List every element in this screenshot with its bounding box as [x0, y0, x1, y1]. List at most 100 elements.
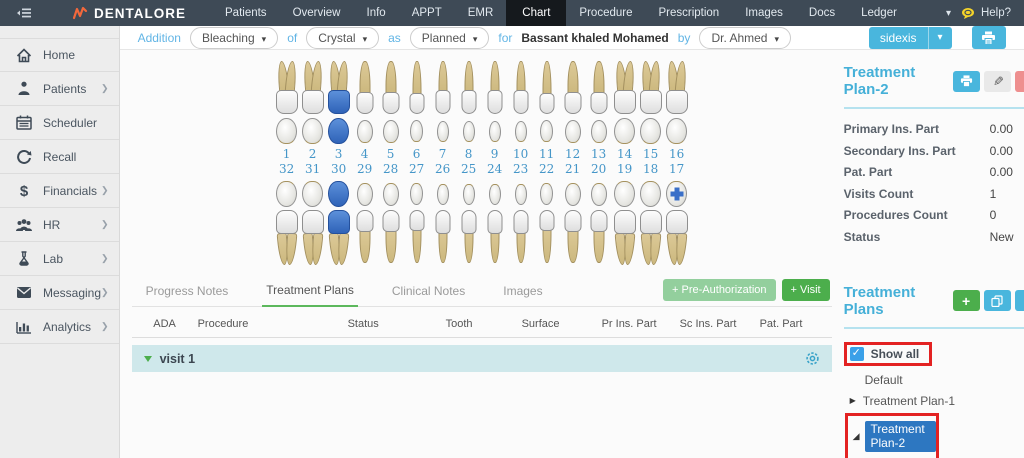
- sidebar-toggle-button[interactable]: [0, 0, 44, 26]
- tooth-number-16[interactable]: 16: [664, 147, 689, 162]
- pre-authorization-button[interactable]: + Pre-Authorization: [663, 279, 775, 301]
- delete-plan-button[interactable]: [1015, 71, 1024, 92]
- tooth-number-18[interactable]: 18: [638, 162, 663, 177]
- tooth-25[interactable]: [457, 210, 481, 264]
- occlusal-15[interactable]: [640, 118, 661, 144]
- sidebar-item-patients[interactable]: Patients ❯: [0, 72, 119, 106]
- occlusal-31[interactable]: [302, 181, 323, 207]
- nav-item-prescription[interactable]: Prescription: [645, 0, 732, 26]
- column-header-sc-ins-part[interactable]: Sc Ins. Part: [676, 318, 756, 330]
- tooth-27[interactable]: [405, 210, 429, 264]
- occlusal-27[interactable]: [410, 183, 423, 205]
- occlusal-13[interactable]: [591, 120, 607, 143]
- tooth-15[interactable]: [639, 60, 663, 114]
- nav-item-procedure[interactable]: Procedure: [566, 0, 645, 26]
- occlusal-6[interactable]: [410, 120, 423, 142]
- tooth-number-4[interactable]: 4: [352, 147, 377, 162]
- column-header-status[interactable]: Status: [344, 318, 442, 330]
- tooth-number-7[interactable]: 7: [430, 147, 455, 162]
- occlusal-17[interactable]: [666, 181, 687, 207]
- tree-item-treatment-plan-2[interactable]: ◢ Treatment Plan-2: [853, 421, 936, 452]
- nav-item-patients[interactable]: Patients: [212, 0, 280, 26]
- occlusal-9[interactable]: [489, 121, 501, 142]
- occlusal-22[interactable]: [540, 183, 553, 205]
- occlusal-3[interactable]: [328, 118, 349, 144]
- add-plan-button[interactable]: [953, 290, 980, 311]
- nav-item-ledger[interactable]: Ledger: [848, 0, 910, 26]
- tooth-number-21[interactable]: 21: [560, 162, 585, 177]
- print-chart-button[interactable]: [972, 26, 1006, 49]
- occlusal-1[interactable]: [276, 118, 297, 144]
- tooth-22[interactable]: [535, 210, 559, 264]
- tooth-number-14[interactable]: 14: [612, 147, 637, 162]
- tooth-number-28[interactable]: 28: [378, 162, 403, 177]
- visit-group-row[interactable]: visit 1: [132, 345, 832, 372]
- occlusal-5[interactable]: [383, 120, 399, 143]
- tooth-number-15[interactable]: 15: [638, 147, 663, 162]
- column-header-pr-ins-part[interactable]: Pr Ins. Part: [598, 318, 676, 330]
- add-visit-button[interactable]: + Visit: [782, 279, 830, 301]
- tree-item-default[interactable]: Default: [865, 373, 1024, 387]
- tooth-17[interactable]: [665, 210, 689, 264]
- occlusal-10[interactable]: [515, 121, 527, 142]
- tooth-11[interactable]: [535, 60, 559, 114]
- occlusal-8[interactable]: [463, 121, 475, 142]
- tooth-19[interactable]: [613, 210, 637, 264]
- sidebar-item-scheduler[interactable]: Scheduler: [0, 106, 119, 140]
- tooth-3[interactable]: [327, 60, 351, 114]
- tooth-number-1[interactable]: 1: [274, 147, 299, 162]
- sidebar-item-recall[interactable]: Recall: [0, 140, 119, 174]
- tooth-number-6[interactable]: 6: [404, 147, 429, 162]
- tooth-32[interactable]: [275, 210, 299, 264]
- tooth-number-24[interactable]: 24: [482, 162, 507, 177]
- tooth-23[interactable]: [509, 210, 533, 264]
- sidebar-item-messaging[interactable]: Messaging ❯: [0, 276, 119, 310]
- nav-item-appt[interactable]: APPT: [399, 0, 455, 26]
- tooth-31[interactable]: [301, 210, 325, 264]
- tooth-number-31[interactable]: 31: [300, 162, 325, 177]
- sidexis-button[interactable]: sidexis: [869, 27, 952, 49]
- tab-treatment-plans[interactable]: Treatment Plans: [262, 276, 358, 307]
- sidebar-item-hr[interactable]: HR ❯: [0, 208, 119, 242]
- nav-item-emr[interactable]: EMR: [455, 0, 507, 26]
- column-header-pat-part[interactable]: Pat. Part: [756, 318, 828, 330]
- help-button[interactable]: Help?: [961, 7, 1011, 20]
- tooth-number-5[interactable]: 5: [378, 147, 403, 162]
- tooth-1[interactable]: [275, 60, 299, 114]
- show-all-checkbox[interactable]: [850, 347, 864, 361]
- column-header-procedure[interactable]: Procedure: [194, 318, 344, 330]
- sidebar-item-analytics[interactable]: Analytics ❯: [0, 310, 119, 344]
- column-header-tooth[interactable]: Tooth: [442, 318, 518, 330]
- doctor-dropdown[interactable]: Dr. Ahmed: [699, 27, 791, 49]
- tooth-30[interactable]: [327, 210, 351, 264]
- occlusal-24[interactable]: [489, 184, 501, 205]
- tooth-number-23[interactable]: 23: [508, 162, 533, 177]
- tooth-20[interactable]: [587, 210, 611, 264]
- nav-item-docs[interactable]: Docs: [796, 0, 848, 26]
- occlusal-19[interactable]: [614, 181, 635, 207]
- occlusal-2[interactable]: [302, 118, 323, 144]
- nav-item-overview[interactable]: Overview: [280, 0, 354, 26]
- sidebar-item-lab[interactable]: Lab ❯: [0, 242, 119, 276]
- tooth-number-3[interactable]: 3: [326, 147, 351, 162]
- copy-plan-button[interactable]: [984, 290, 1011, 311]
- tooth-number-30[interactable]: 30: [326, 162, 351, 177]
- occlusal-18[interactable]: [640, 181, 661, 207]
- tooth-14[interactable]: [613, 60, 637, 114]
- tooth-29[interactable]: [353, 210, 377, 264]
- occlusal-21[interactable]: [565, 183, 581, 206]
- tooth-16[interactable]: [665, 60, 689, 114]
- tooth-9[interactable]: [483, 60, 507, 114]
- sidebar-item-home[interactable]: Home: [0, 38, 119, 72]
- sidebar-item-financials[interactable]: $ Financials ❯: [0, 174, 119, 208]
- tooth-number-20[interactable]: 20: [586, 162, 611, 177]
- occlusal-7[interactable]: [437, 121, 449, 142]
- tooth-number-29[interactable]: 29: [352, 162, 377, 177]
- occlusal-11[interactable]: [540, 120, 553, 142]
- occlusal-32[interactable]: [276, 181, 297, 207]
- tooth-number-11[interactable]: 11: [534, 147, 559, 162]
- status-dropdown[interactable]: Planned: [410, 27, 490, 49]
- tooth-number-13[interactable]: 13: [586, 147, 611, 162]
- occlusal-23[interactable]: [515, 184, 527, 205]
- edit-plan-button[interactable]: [984, 71, 1011, 92]
